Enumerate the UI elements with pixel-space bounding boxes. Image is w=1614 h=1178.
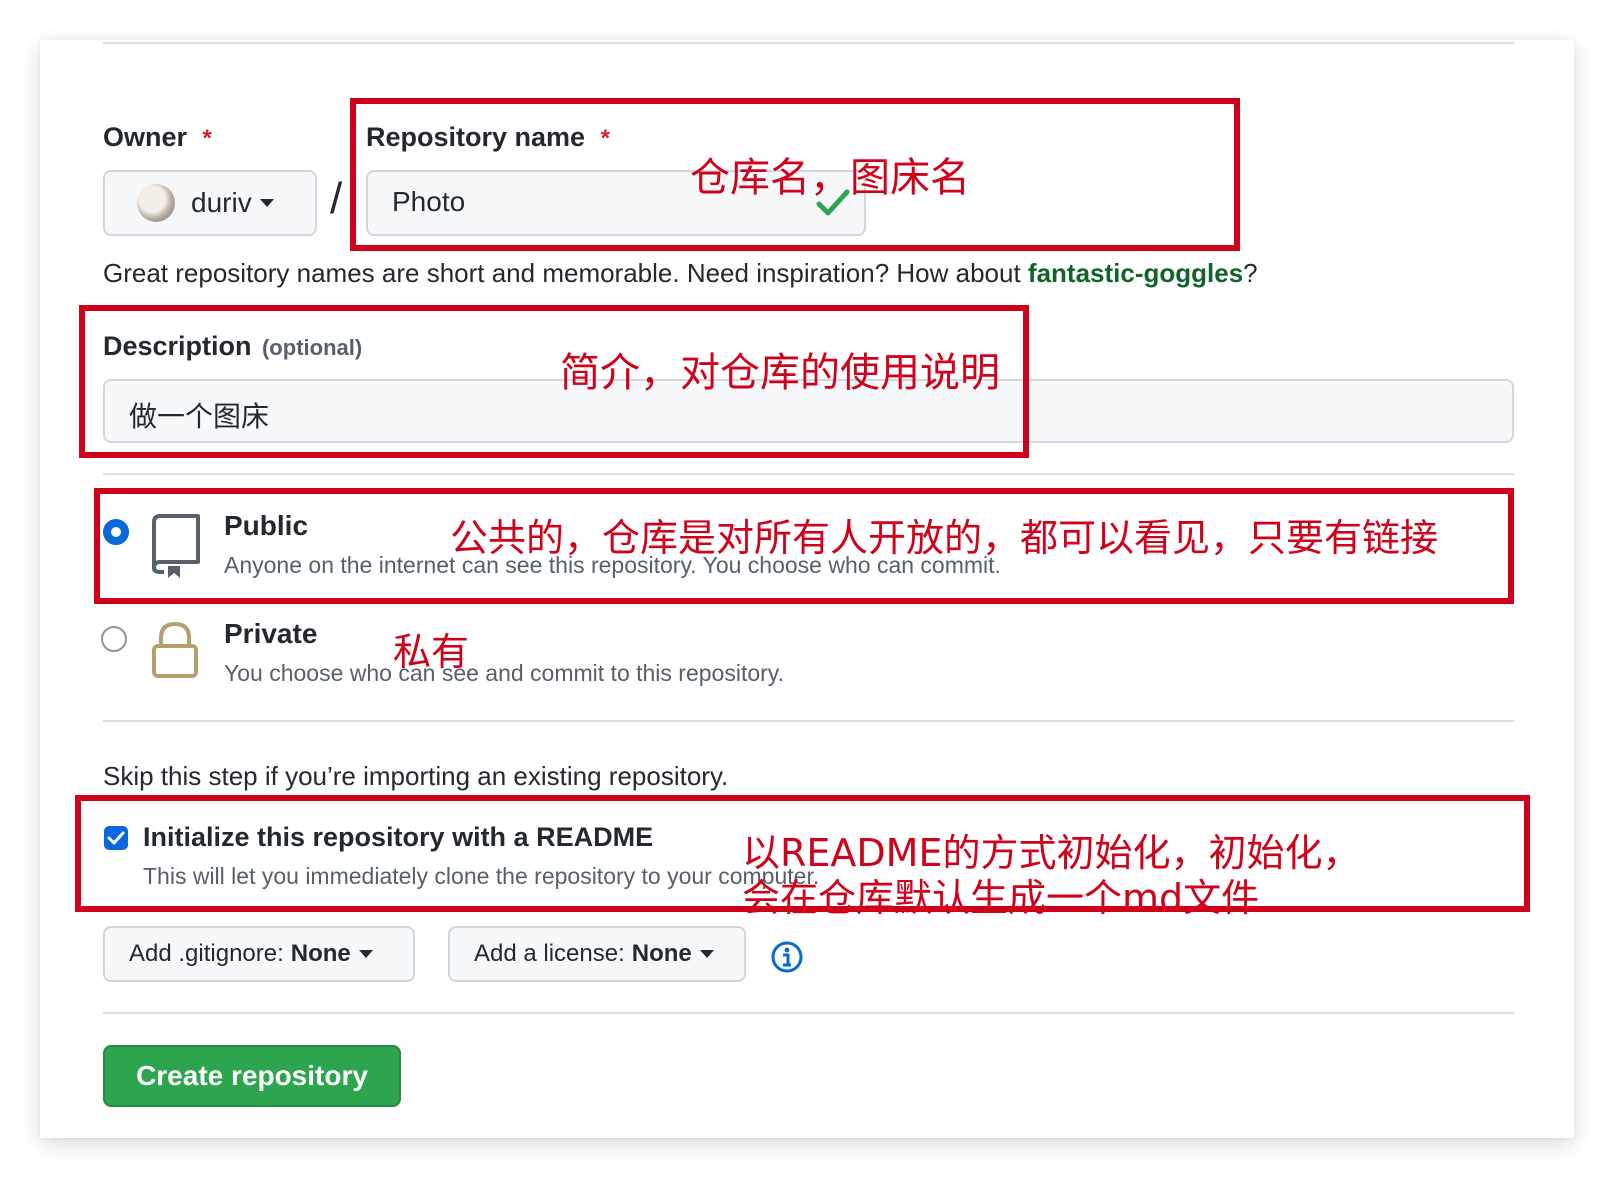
hint-suffix: ?	[1243, 258, 1258, 288]
gitignore-prefix: Add .gitignore:	[129, 940, 284, 967]
annotation-readme-line2: 会在仓库默认生成一个md文件	[742, 876, 1260, 920]
owner-select[interactable]: duriv	[103, 170, 317, 236]
owner-label: Owner	[103, 122, 188, 152]
skip-note: Skip this step if you’re importing an ex…	[103, 761, 729, 791]
slash-separator: /	[330, 174, 343, 223]
top-divider	[103, 42, 1514, 44]
create-repository-label: Create repository	[136, 1060, 368, 1091]
license-select[interactable]: Add a license: None	[448, 926, 746, 982]
license-value: None	[631, 940, 692, 967]
create-repository-button[interactable]: Create repository	[103, 1045, 401, 1107]
private-title: Private	[224, 618, 318, 649]
gitignore-value: None	[290, 940, 351, 967]
private-radio[interactable]	[101, 626, 127, 652]
owner-label-row: Owner *	[103, 122, 212, 153]
caret-down-icon	[358, 950, 373, 958]
annotation-repo-name: 仓库名，图床名	[690, 155, 970, 201]
divider-initialize	[103, 720, 1514, 722]
caret-down-icon	[259, 199, 274, 207]
repo-name-hint: Great repository names are short and mem…	[103, 258, 1258, 289]
annotation-description: 简介，对仓库的使用说明	[560, 350, 1000, 396]
hint-suggestion-link[interactable]: fantastic-goggles	[1028, 258, 1243, 288]
owner-required-mark: *	[202, 125, 212, 152]
divider-submit	[103, 1012, 1514, 1014]
info-icon[interactable]	[770, 940, 804, 974]
license-prefix: Add a license:	[474, 940, 625, 967]
private-description: You choose who can see and commit to thi…	[224, 660, 784, 686]
owner-value: duriv	[191, 187, 252, 218]
hint-prefix: Great repository names are short and mem…	[103, 258, 1028, 288]
lock-icon	[152, 621, 198, 678]
avatar	[137, 184, 175, 222]
divider-visibility	[103, 473, 1514, 475]
gitignore-select[interactable]: Add .gitignore: None	[103, 926, 415, 982]
annotation-private: 私有	[393, 630, 470, 674]
caret-down-icon	[699, 950, 714, 958]
annotation-public: 公共的，仓库是对所有人开放的，都可以看见，只要有链接	[450, 516, 1439, 560]
